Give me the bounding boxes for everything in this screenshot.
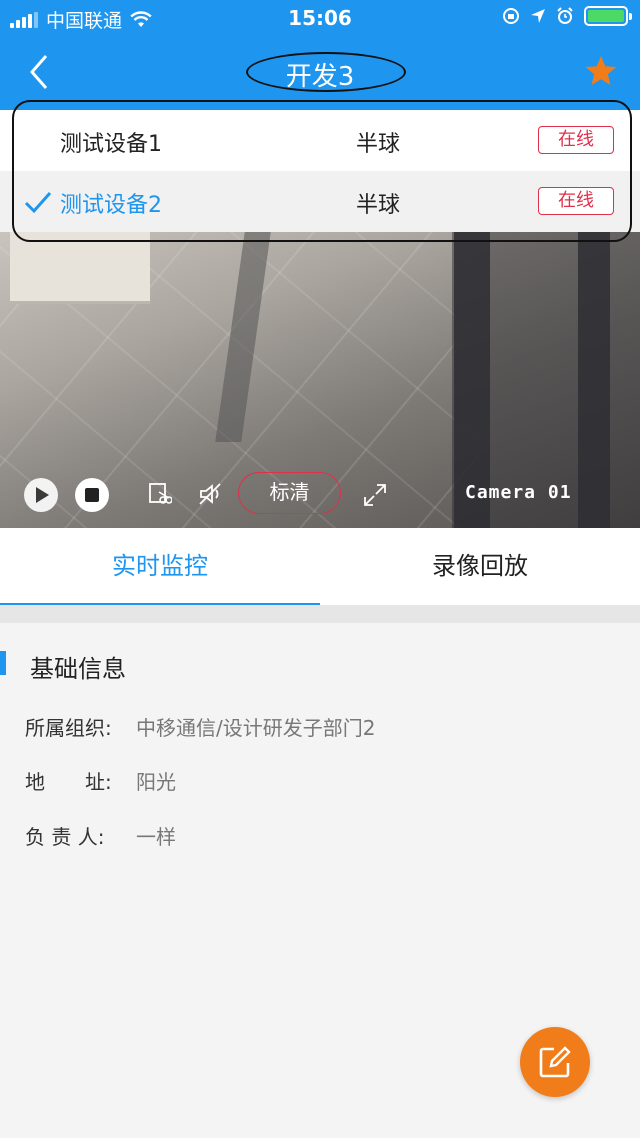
fullscreen-icon[interactable]: [362, 482, 388, 508]
device-row-selected[interactable]: 测试设备2 半球 在线: [0, 171, 640, 232]
device-type: 半球: [356, 193, 401, 218]
alarm-icon: [557, 7, 573, 24]
device-type: 半球: [356, 132, 401, 157]
status-right: [502, 6, 632, 26]
rotation-lock-icon: [503, 8, 519, 24]
edit-button[interactable]: [520, 1027, 590, 1097]
video-player[interactable]: 标清 Camera 01: [0, 232, 640, 528]
status-badge: 在线: [538, 126, 614, 154]
divider: [0, 605, 640, 623]
info-value: 阳光: [136, 770, 176, 794]
status-badge: 在线: [538, 187, 614, 215]
status-bar: 中国联通 15:06: [0, 0, 640, 36]
tab-playback[interactable]: 录像回放: [320, 528, 640, 605]
nav-bar: 开发3: [0, 36, 640, 110]
location-icon: [531, 9, 545, 23]
snapshot-icon[interactable]: [148, 482, 172, 506]
info-row-address: 地 址: 阳光: [25, 766, 176, 795]
star-icon[interactable]: [584, 54, 618, 88]
info-label: 负 责 人:: [25, 825, 105, 849]
tab-live-monitor[interactable]: 实时监控: [0, 528, 320, 605]
section-title: 基础信息: [30, 655, 126, 683]
info-row-owner: 负 责 人: 一样: [25, 821, 176, 850]
info-label: 地 址:: [25, 770, 112, 794]
quality-button[interactable]: 标清: [238, 472, 341, 514]
check-icon: [24, 192, 52, 214]
video-frame-cabinet: [10, 232, 150, 304]
video-controls: 标清 Camera 01: [0, 472, 640, 522]
device-list: 测试设备1 半球 在线 测试设备2 半球 在线: [0, 110, 640, 232]
device-row[interactable]: 测试设备1 半球 在线: [0, 110, 640, 171]
info-value: 一样: [136, 825, 176, 849]
info-label: 所属组织:: [25, 716, 112, 740]
battery-fill: [588, 10, 624, 22]
tab-bar: 实时监控 录像回放: [0, 528, 640, 606]
battery-icon: [584, 6, 632, 26]
title-annotation: [246, 52, 406, 92]
edit-icon: [539, 1046, 571, 1078]
mute-icon[interactable]: [198, 482, 224, 506]
device-name: 测试设备2: [60, 193, 162, 218]
info-row-organization: 所属组织: 中移通信/设计研发子部门2: [25, 712, 375, 741]
device-name: 测试设备1: [60, 132, 162, 157]
camera-label: Camera 01: [465, 482, 572, 503]
section-accent-bar: [0, 651, 6, 675]
info-value: 中移通信/设计研发子部门2: [136, 716, 376, 740]
stop-button[interactable]: [75, 478, 109, 512]
play-button[interactable]: [24, 478, 58, 512]
header: 中国联通 15:06 开发3: [0, 0, 640, 110]
